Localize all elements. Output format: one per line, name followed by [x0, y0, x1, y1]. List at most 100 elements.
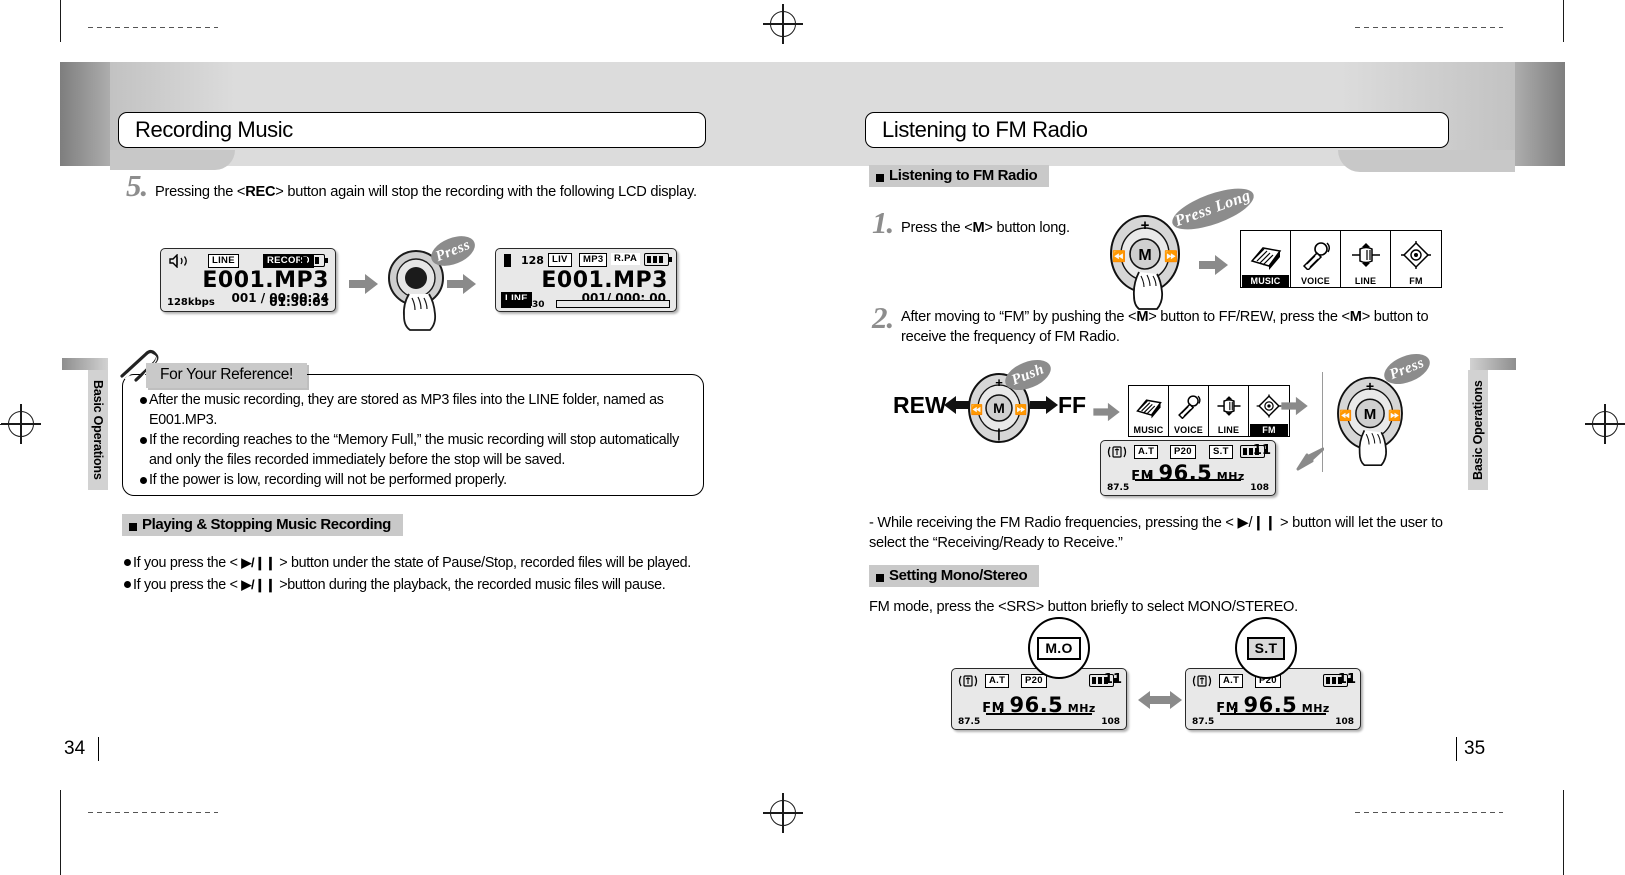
- lcd-fm-scale-min: 87.5: [1107, 483, 1130, 493]
- arrow-back-to-lcd: [1294, 446, 1325, 477]
- microphone-icon: [1175, 393, 1203, 424]
- stereo-callout-magnifier: S.T: [1235, 617, 1297, 679]
- music-books-icon: [1135, 393, 1163, 424]
- step5-bold: REC: [245, 184, 276, 200]
- for-your-reference-tab: For Your Reference!: [146, 363, 308, 388]
- lcd-bitrate: 128kbps: [167, 297, 215, 308]
- lcd-fm-scale-max: 108: [1250, 483, 1269, 493]
- right-edge-tab-dark: [1515, 62, 1565, 166]
- mode-cell-voice[interactable]: VOICE: [1291, 231, 1341, 287]
- rew-label: REW: [893, 392, 947, 418]
- reference-items: After the music recording, they are stor…: [140, 391, 692, 492]
- side-tab-left[interactable]: Basic Operations: [88, 370, 108, 490]
- page-number-rule-left: [98, 737, 100, 761]
- svg-text:⏩: ⏩: [1015, 403, 1027, 416]
- volume-bar: [501, 300, 531, 308]
- mode-cell-music-2[interactable]: MUSIC: [1129, 386, 1169, 436]
- fm-scale-bar: [1220, 713, 1326, 715]
- lcd-badge-mono: M.O: [1037, 636, 1081, 660]
- right-title-notch: [1338, 150, 1515, 172]
- mode-label-music-2: MUSIC: [1133, 425, 1164, 435]
- mode-label-music: MUSIC: [1242, 275, 1289, 287]
- arrow-to-stopped-lcd: [447, 271, 477, 301]
- battery-icon: [300, 254, 328, 267]
- bullet-dot: [140, 397, 147, 404]
- crop-mark-br-v: [1563, 790, 1565, 875]
- svg-text:M: M: [1364, 406, 1377, 423]
- lcd-mono-badge-auto-tune: A.T: [985, 674, 1010, 688]
- heading-square-icon: [876, 173, 884, 182]
- step-5-number: 5.: [126, 168, 148, 203]
- step-1-number: 1.: [872, 205, 894, 240]
- page-number-left: 34: [64, 738, 86, 759]
- fm-scale-tick: [1234, 708, 1236, 715]
- page-number-rule-right: [1456, 737, 1458, 761]
- lcd-total-time: 01:30:03: [269, 295, 329, 309]
- right-page-title-bar: Listening to FM Radio: [865, 112, 1449, 148]
- svg-text:⏩: ⏩: [1388, 409, 1401, 422]
- antenna-icon: [957, 674, 979, 693]
- bullet-dot: [124, 559, 131, 566]
- step-2-text: After moving to “FM” by pushing the <M> …: [901, 307, 1451, 347]
- arrow-to-dial-step2b: [1281, 392, 1309, 422]
- step1-pre: Press the <: [901, 220, 973, 236]
- step-5-text: Pressing the <REC> button again will sto…: [155, 182, 703, 202]
- mode-cell-line[interactable]: LINE: [1341, 231, 1391, 287]
- lcd-mono-badge-preset: P20: [1021, 674, 1047, 688]
- side-tab-right[interactable]: Basic Operations: [1468, 370, 1488, 490]
- playing-stopping-heading: Playing & Stopping Music Recording: [122, 514, 403, 536]
- mode-label-line: LINE: [1354, 276, 1377, 286]
- list-item: If you press the < ▶/❙❙ >button during t…: [124, 575, 696, 596]
- crop-mark-bl-v: [60, 790, 62, 875]
- fm-scale-bar: [1135, 479, 1241, 481]
- play-item-pre: If you press the <: [133, 555, 242, 571]
- crop-mark-tr-v: [1563, 0, 1565, 42]
- play-item-post: > button under the state of Pause/Stop, …: [275, 555, 691, 571]
- left-side-tab-fade: [62, 358, 108, 370]
- playing-stopping-items: If you press the < ▶/❙❙ > button under t…: [124, 553, 696, 596]
- lcd-fm-frequency: 96.5: [1158, 461, 1213, 485]
- stop-square-icon: [504, 254, 511, 267]
- lcd-stereo-volume: 11: [1337, 672, 1356, 687]
- lcd-fm-unit: MHz: [1216, 470, 1245, 483]
- mode-cell-voice-2[interactable]: VOICE: [1169, 386, 1209, 436]
- mode-label-voice-2: VOICE: [1173, 425, 1203, 435]
- page-title-right: Listening to FM Radio: [882, 117, 1088, 142]
- fm-note-text: - While receiving the FM Radio frequenci…: [869, 515, 1443, 551]
- step1-post: > button long.: [984, 220, 1070, 236]
- list-item: If the recording reaches to the “Memory …: [140, 431, 692, 470]
- fm-radio-icon: [1255, 393, 1283, 424]
- svg-text:⏪: ⏪: [971, 403, 983, 416]
- listening-fm-heading: Listening to FM Radio: [869, 165, 1050, 187]
- jog-dial-step2-press: M + ⏪ ⏩: [1330, 372, 1410, 473]
- heading-square-icon: [876, 573, 884, 582]
- svg-text:M: M: [1138, 247, 1151, 264]
- step2-seg2: > button to FF/REW, press the <: [1148, 309, 1350, 325]
- lcd-mono-scale-min: 87.5: [958, 717, 981, 727]
- setting-mono-stereo-heading: Setting Mono/Stereo: [869, 565, 1040, 587]
- step5-pre: Pressing the <: [155, 184, 246, 200]
- arrow-step1-to-modes: [1199, 252, 1229, 282]
- ff-label: FF: [1058, 392, 1087, 418]
- antenna-icon: [1191, 674, 1213, 693]
- mono-stereo-toggle-arrow-icon: [1138, 688, 1182, 717]
- right-side-tab-fade: [1470, 358, 1516, 370]
- step5-post: > button again will stop the recording w…: [275, 184, 697, 200]
- mode-cell-line-2[interactable]: LINE: [1209, 386, 1249, 436]
- mode-cell-music[interactable]: MUSIC: [1241, 231, 1291, 287]
- microphone-icon: [1299, 240, 1333, 275]
- step1-bold: M: [972, 220, 985, 236]
- playing-stopping-heading-label: Playing & Stopping Music Recording: [142, 516, 391, 533]
- svg-text:+: +: [1141, 217, 1150, 234]
- registration-mark-left: [1, 404, 41, 444]
- mode-icon-strip-music: MUSIC VOICE LINE FM: [1240, 230, 1442, 288]
- list-item: If you press the < ▶/❙❙ > button under t…: [124, 553, 696, 574]
- svg-text:⏩: ⏩: [1164, 250, 1178, 263]
- mode-cell-fm[interactable]: FM: [1391, 231, 1441, 287]
- mono-callout-magnifier: M.O: [1028, 617, 1090, 679]
- lcd-badge-mp3: MP3: [579, 253, 608, 267]
- fm-scale-tick: [1149, 474, 1151, 481]
- svg-text:⏪: ⏪: [1339, 409, 1352, 422]
- step-2-number: 2.: [872, 300, 894, 335]
- mono-stereo-text: FM mode, press the <SRS> button briefly …: [869, 599, 1298, 615]
